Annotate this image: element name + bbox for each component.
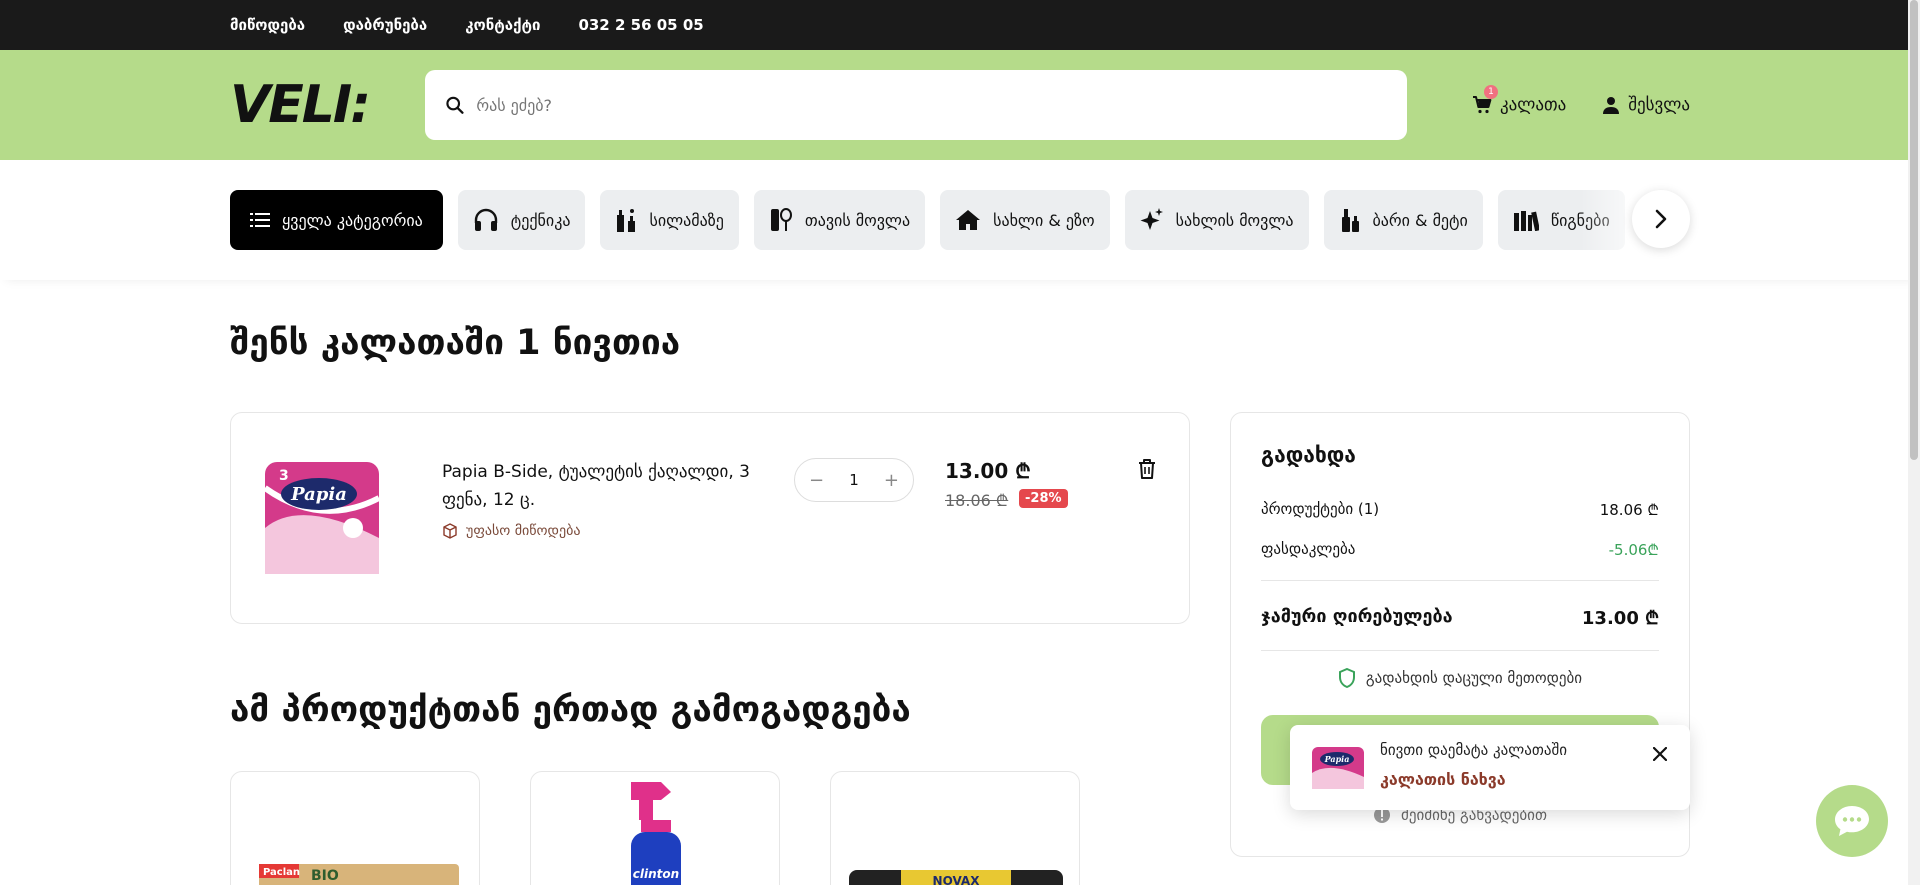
summary-total-row: ჯამური ღირებულება 13.00 ₾ bbox=[1261, 606, 1659, 630]
products-value: 18.06 ₾ bbox=[1599, 501, 1659, 519]
svg-text:NOVAX: NOVAX bbox=[933, 874, 981, 885]
secure-label: გადახდის დაცული მეთოდები bbox=[1365, 669, 1583, 687]
search-icon bbox=[446, 96, 464, 114]
old-price: 18.06 ₾ bbox=[945, 491, 1009, 510]
home-icon bbox=[956, 210, 981, 230]
discount-badge: -28% bbox=[1019, 489, 1068, 508]
category-tech[interactable]: ტექნიკა bbox=[457, 190, 586, 250]
category-bar[interactable]: ბარი & მეტი bbox=[1323, 190, 1483, 250]
delivery-link[interactable]: მიწოდება bbox=[230, 16, 305, 34]
books-icon bbox=[1513, 211, 1539, 231]
svg-text:3: 3 bbox=[279, 468, 289, 484]
category-label: ტექნიკა bbox=[510, 210, 571, 230]
svg-text:BIO: BIO bbox=[311, 868, 339, 884]
decrease-button[interactable]: − bbox=[809, 470, 824, 491]
quantity-value: 1 bbox=[849, 471, 859, 489]
quantity-stepper[interactable]: − 1 + bbox=[794, 458, 914, 502]
chat-button[interactable] bbox=[1816, 785, 1888, 857]
free-shipping-text: უფასო მიწოდება bbox=[466, 523, 581, 539]
scrollbar-thumb[interactable] bbox=[1910, 0, 1918, 460]
svg-text:Paclan: Paclan bbox=[263, 867, 300, 878]
recommendations-title: ამ პროდუქტთან ერთად გამოგადგება bbox=[230, 690, 911, 730]
remove-item-button[interactable] bbox=[1137, 458, 1157, 484]
contact-link[interactable]: კონტაქტი bbox=[465, 16, 540, 34]
search-bar[interactable] bbox=[425, 70, 1407, 140]
category-label: სახლის მოვლა bbox=[1175, 210, 1294, 230]
category-label: ყველა კატეგორია bbox=[282, 210, 423, 230]
login-button[interactable]: შესვლა bbox=[1602, 95, 1690, 115]
chevron-right-icon bbox=[1655, 209, 1667, 229]
category-all[interactable]: ყველა კატეგორია bbox=[230, 190, 443, 250]
list-icon bbox=[250, 213, 270, 227]
page-title: შენს კალათაში 1 ნივთია bbox=[230, 323, 681, 363]
discount-label: ფასდაკლება bbox=[1261, 540, 1356, 558]
cart-button[interactable]: 1 კალათა bbox=[1472, 85, 1567, 115]
top-bar: მიწოდება დაბრუნება კონტაქტი 032 2 56 05 … bbox=[0, 0, 1920, 50]
svg-text:Papia: Papia bbox=[290, 484, 347, 505]
sparkle-icon bbox=[1140, 208, 1163, 230]
product-card[interactable]: NOVAX bbox=[830, 771, 1080, 885]
category-label: ბარი & მეტი bbox=[1372, 210, 1468, 230]
secure-payment-note: გადახდის დაცული მეთოდები bbox=[1231, 668, 1689, 688]
toast-close-button[interactable] bbox=[1652, 746, 1668, 765]
box-icon bbox=[443, 523, 457, 539]
divider bbox=[1261, 580, 1659, 581]
summary-discount-row: ფასდაკლება -5.06₾ bbox=[1261, 540, 1659, 560]
svg-text:clinton: clinton bbox=[633, 867, 679, 881]
category-label: სილამაზე bbox=[649, 210, 724, 230]
login-label: შესვლა bbox=[1628, 95, 1690, 115]
products-label: პროდუქტები (1) bbox=[1261, 500, 1380, 518]
cosmetics-icon bbox=[617, 209, 636, 232]
free-shipping-label: უფასო მიწოდება bbox=[442, 523, 580, 539]
discount-value: -5.06₾ bbox=[1608, 541, 1659, 559]
toast-product-image: Papia bbox=[1312, 747, 1364, 789]
category-label: თავის მოვლა bbox=[804, 210, 911, 230]
cart-count-badge: 1 bbox=[1483, 85, 1498, 99]
increase-button[interactable]: + bbox=[884, 470, 899, 491]
returns-link[interactable]: დაბრუნება bbox=[343, 16, 427, 34]
toast-message: ნივთი დაემატა კალათაში bbox=[1380, 741, 1568, 759]
summary-title: გადახდა bbox=[1261, 443, 1356, 467]
category-home[interactable]: სახლი & ეზო bbox=[940, 190, 1110, 250]
care-icon bbox=[770, 208, 792, 231]
search-input[interactable] bbox=[476, 95, 1387, 115]
header: VELI: 1 კალათა შესვლა bbox=[0, 50, 1920, 160]
svg-text:Papia: Papia bbox=[1324, 754, 1350, 764]
view-cart-link[interactable]: კალათის ნახვა bbox=[1380, 770, 1506, 789]
product-name[interactable]: Papia B-Side, ტუალეტის ქაღალდი, 3 ფენა, … bbox=[442, 458, 762, 514]
bottles-icon bbox=[1341, 209, 1359, 232]
trash-icon bbox=[1139, 459, 1155, 479]
summary-products-row: პროდუქტები (1) 18.06 ₾ bbox=[1261, 500, 1659, 520]
header-actions: 1 კალათა შესვლა bbox=[1472, 85, 1690, 115]
category-haircare[interactable]: თავის მოვლა bbox=[753, 190, 926, 250]
product-image[interactable]: Papia 3 bbox=[261, 458, 383, 578]
user-icon bbox=[1603, 97, 1620, 114]
product-image: NOVAX bbox=[849, 870, 1063, 885]
product-image: Paclan BIO bbox=[259, 864, 459, 885]
category-label: სახლი & ეზო bbox=[993, 210, 1095, 230]
cart-label: კალათა bbox=[1499, 95, 1567, 115]
product-card[interactable]: clinton bbox=[530, 771, 780, 885]
chat-icon bbox=[1835, 806, 1869, 836]
product-image: clinton bbox=[631, 782, 681, 885]
category-next-button[interactable] bbox=[1632, 190, 1690, 248]
logo[interactable]: VELI: bbox=[230, 75, 410, 135]
cart-item: Papia 3 Papia B-Side, ტუალეტის ქაღალდი, … bbox=[230, 412, 1190, 624]
total-value: 13.00 ₾ bbox=[1581, 608, 1659, 629]
current-price: 13.00 ₾ bbox=[945, 459, 1031, 483]
shield-icon bbox=[1338, 668, 1355, 688]
category-beauty[interactable]: სილამაზე bbox=[600, 190, 739, 250]
divider bbox=[1261, 650, 1659, 651]
headphones-icon bbox=[474, 208, 497, 231]
product-card[interactable]: Paclan BIO bbox=[230, 771, 480, 885]
phone-link[interactable]: 032 2 56 05 05 bbox=[578, 16, 703, 34]
total-label: ჯამური ღირებულება bbox=[1261, 606, 1453, 627]
category-homecare[interactable]: სახლის მოვლა bbox=[1124, 190, 1309, 250]
close-icon bbox=[1652, 746, 1668, 762]
added-to-cart-toast: Papia ნივთი დაემატა კალათაში კალათის ნახ… bbox=[1290, 725, 1690, 810]
